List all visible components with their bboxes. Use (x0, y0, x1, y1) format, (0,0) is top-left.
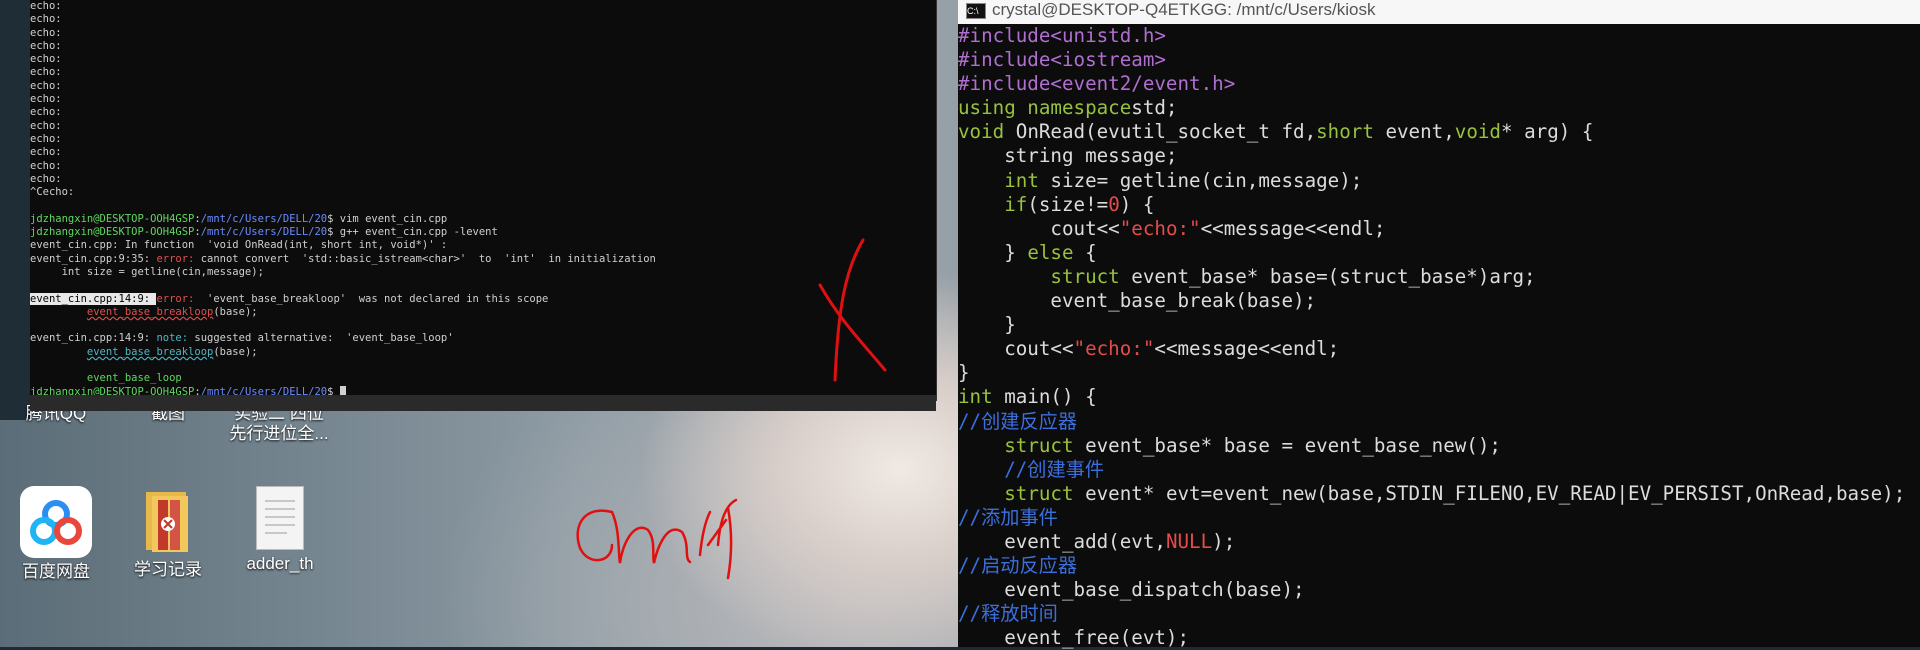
handwritten-annotation (576, 238, 887, 580)
